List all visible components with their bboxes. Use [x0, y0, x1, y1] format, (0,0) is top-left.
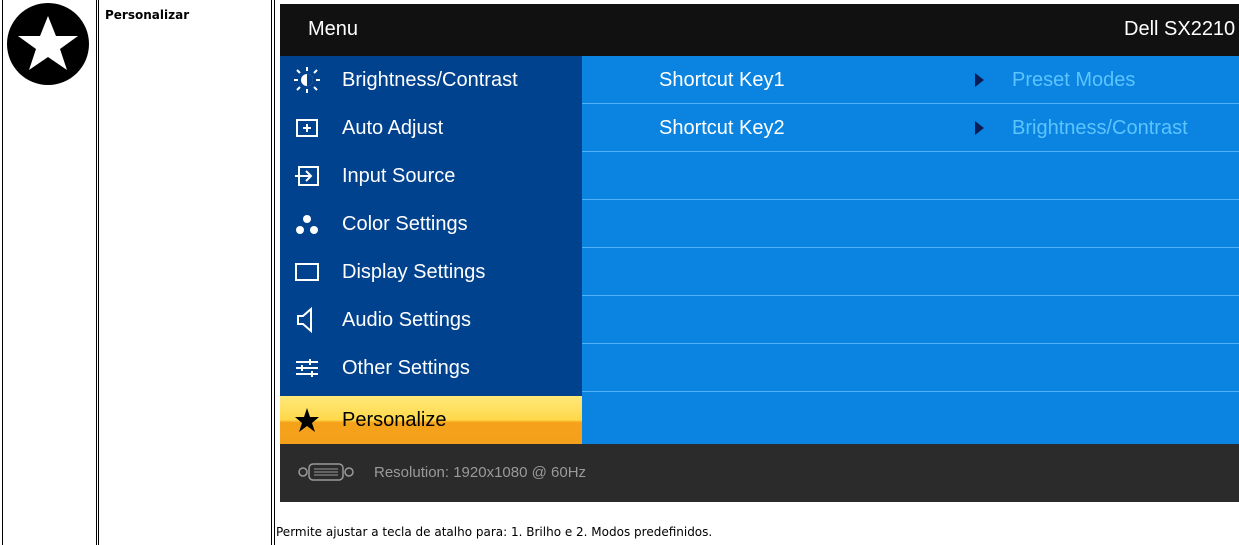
menu-item-label: Personalize — [342, 409, 447, 431]
vga-connector-icon — [298, 462, 354, 482]
model-name: Dell SX2210 — [1124, 18, 1236, 40]
menu-item-other-settings[interactable]: Other Settings — [280, 344, 582, 392]
menu-item-label: Display Settings — [342, 261, 486, 283]
table-border — [96, 0, 97, 545]
menu-item-label: Brightness/Contrast — [342, 69, 518, 91]
description-text: Permite ajustar a tecla de atalho para: … — [276, 525, 713, 539]
option-empty-row — [582, 296, 1239, 344]
arrow-right-icon — [975, 73, 984, 87]
star-circle-icon — [6, 2, 90, 86]
menu-item-label: Other Settings — [342, 357, 470, 379]
option-shortcut-key1[interactable]: Shortcut Key1 Preset Modes — [582, 56, 1239, 104]
menu-item-label: Input Source — [342, 165, 456, 187]
option-label: Shortcut Key1 — [659, 69, 785, 91]
table-border — [98, 0, 99, 545]
option-label: Shortcut Key2 — [659, 117, 785, 139]
arrow-right-icon — [975, 121, 984, 135]
menu-item-label: Color Settings — [342, 213, 468, 235]
brightness-icon — [294, 67, 320, 93]
menu-item-auto-adjust[interactable]: Auto Adjust — [280, 104, 582, 152]
color-settings-icon — [294, 211, 320, 237]
speaker-icon — [294, 306, 320, 334]
osd-footer: Resolution: 1920x1080 @ 60Hz — [280, 444, 1239, 502]
menu-item-input-source[interactable]: Input Source — [280, 152, 582, 200]
table-border — [2, 0, 3, 545]
sliders-icon — [294, 355, 320, 381]
option-value: Brightness/Contrast — [1012, 117, 1188, 139]
auto-adjust-icon — [294, 115, 320, 141]
options-panel: Shortcut Key1 Preset Modes Shortcut Key2… — [582, 56, 1239, 444]
menu-item-brightness-contrast[interactable]: Brightness/Contrast — [280, 56, 582, 104]
menu-list: Brightness/Contrast Auto Adjust Input So… — [280, 56, 582, 444]
menu-item-audio-settings[interactable]: Audio Settings — [280, 296, 582, 344]
display-settings-icon — [294, 259, 320, 285]
table-border — [271, 0, 272, 545]
menu-item-color-settings[interactable]: Color Settings — [280, 200, 582, 248]
osd-menu: Menu Dell SX2210 Brightness/Contrast Aut… — [280, 4, 1239, 502]
option-empty-row — [582, 152, 1239, 200]
option-empty-row — [582, 344, 1239, 392]
option-empty-row — [582, 200, 1239, 248]
input-source-icon — [294, 163, 320, 189]
table-border — [274, 0, 275, 545]
option-empty-row — [582, 248, 1239, 296]
menu-item-label: Audio Settings — [342, 309, 471, 331]
resolution-text: Resolution: 1920x1080 @ 60Hz — [374, 464, 587, 481]
menu-item-personalize[interactable]: Personalize — [280, 396, 582, 444]
option-empty-row — [582, 396, 1239, 443]
star-icon — [294, 407, 320, 433]
section-title: Personalizar — [105, 8, 190, 22]
menu-item-display-settings[interactable]: Display Settings — [280, 248, 582, 296]
option-shortcut-key2[interactable]: Shortcut Key2 Brightness/Contrast — [582, 104, 1239, 152]
osd-header: Menu Dell SX2210 — [280, 4, 1239, 56]
menu-title: Menu — [308, 18, 359, 40]
option-value: Preset Modes — [1012, 69, 1136, 91]
menu-item-label: Auto Adjust — [342, 117, 444, 139]
